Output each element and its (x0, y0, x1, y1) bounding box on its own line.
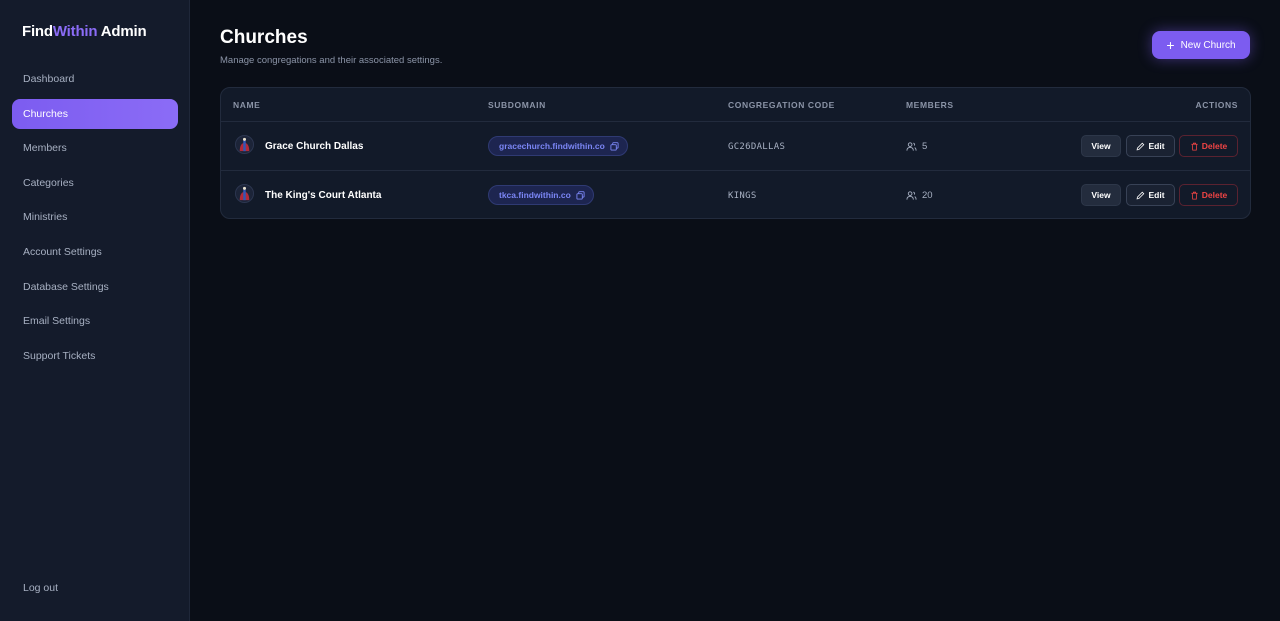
sidebar-item-dashboard[interactable]: Dashboard (12, 64, 178, 94)
new-church-button[interactable]: + New Church (1152, 31, 1250, 59)
churches-table: NAME SUBDOMAIN CONGREGATION CODE MEMBERS… (220, 87, 1251, 219)
congregation-code: GC26DALLAS (728, 142, 786, 152)
delete-button[interactable]: Delete (1179, 184, 1238, 206)
view-button[interactable]: View (1081, 135, 1121, 157)
delete-label: Delete (1201, 190, 1228, 200)
main-content: Churches Manage congregations and their … (190, 0, 1280, 621)
pencil-icon (1137, 191, 1145, 199)
page-title: Churches (220, 27, 308, 48)
view-label: View (1091, 141, 1111, 151)
brand-part-admin: Admin (97, 23, 147, 40)
table-header: NAME SUBDOMAIN CONGREGATION CODE MEMBERS… (221, 88, 1250, 122)
plus-icon: + (1166, 37, 1175, 53)
subdomain-text: tkca.findwithin.co (499, 190, 571, 200)
congregation-code: KINGS (728, 191, 757, 201)
brand-part-within: Within (52, 23, 98, 40)
copy-icon[interactable] (576, 191, 585, 200)
member-count: 5 (906, 141, 927, 152)
sidebar-item-churches[interactable]: Churches (12, 98, 178, 129)
sidebar-item-members[interactable]: Members (12, 133, 178, 163)
view-button[interactable]: View (1081, 184, 1121, 206)
page-subtitle: Manage congregations and their associate… (220, 55, 443, 66)
table-row: Grace Church Dallas gracechurch.findwith… (221, 122, 1250, 171)
trash-icon (1191, 191, 1198, 200)
header-members: MEMBERS (906, 100, 954, 110)
users-icon (906, 142, 917, 151)
header-code: CONGREGATION CODE (728, 100, 835, 110)
pencil-icon (1137, 142, 1145, 150)
sidebar-nav: Dashboard Churches Members Categories Mi… (12, 64, 178, 375)
sidebar-item-database-settings[interactable]: Database Settings (12, 272, 178, 302)
trash-icon (1191, 142, 1198, 151)
church-name[interactable]: The King's Court Atlanta (265, 190, 381, 201)
table-row: The King's Court Atlanta tkca.findwithin… (221, 171, 1250, 218)
sidebar-item-email-settings[interactable]: Email Settings (12, 306, 178, 336)
subdomain-text: gracechurch.findwithin.co (499, 141, 605, 151)
users-icon (906, 191, 917, 200)
sidebar-item-categories[interactable]: Categories (12, 168, 178, 198)
header-subdomain: SUBDOMAIN (488, 100, 546, 110)
new-church-label: New Church (1180, 39, 1236, 51)
brand-part-find: Find (22, 23, 53, 40)
header-name: NAME (233, 100, 261, 110)
subdomain-pill[interactable]: gracechurch.findwithin.co (488, 136, 628, 156)
edit-button[interactable]: Edit (1126, 135, 1175, 157)
header-actions: ACTIONS (1195, 100, 1238, 110)
member-count: 20 (906, 190, 933, 201)
sidebar-item-ministries[interactable]: Ministries (12, 202, 178, 232)
brand-logo: FindWithin Admin (22, 23, 147, 40)
copy-icon[interactable] (610, 142, 619, 151)
church-logo-icon (235, 135, 254, 154)
delete-button[interactable]: Delete (1179, 135, 1238, 157)
member-count-value: 5 (922, 141, 928, 152)
church-logo-icon (235, 184, 254, 203)
sidebar-item-support-tickets[interactable]: Support Tickets (12, 341, 178, 371)
member-count-value: 20 (922, 190, 933, 201)
edit-label: Edit (1148, 141, 1165, 151)
edit-label: Edit (1148, 190, 1165, 200)
delete-label: Delete (1201, 141, 1228, 151)
sidebar-item-account-settings[interactable]: Account Settings (12, 237, 178, 267)
subdomain-pill[interactable]: tkca.findwithin.co (488, 185, 594, 205)
logout-link[interactable]: Log out (23, 582, 58, 594)
church-name[interactable]: Grace Church Dallas (265, 141, 363, 152)
sidebar: FindWithin Admin Dashboard Churches Memb… (0, 0, 190, 621)
view-label: View (1091, 190, 1111, 200)
edit-button[interactable]: Edit (1126, 184, 1175, 206)
